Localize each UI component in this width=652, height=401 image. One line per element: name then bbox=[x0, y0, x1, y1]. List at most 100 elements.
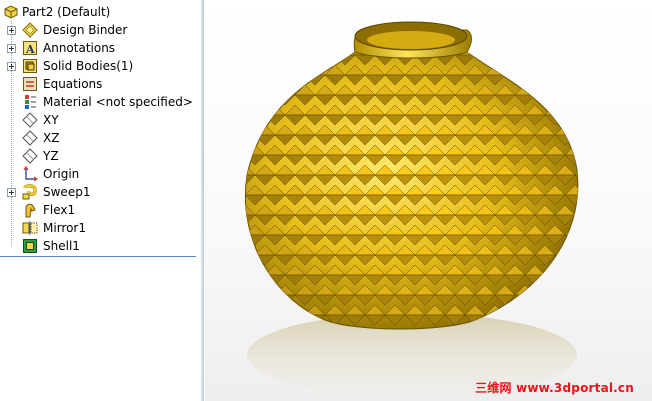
tree-item-label: Flex1 bbox=[43, 203, 76, 217]
facet bbox=[574, 52, 578, 56]
facet bbox=[504, 304, 526, 316]
facet bbox=[514, 52, 536, 56]
facet bbox=[574, 244, 578, 256]
tree-item-label: Equations bbox=[43, 77, 103, 91]
facet bbox=[254, 54, 276, 66]
vase-inner-wall bbox=[367, 31, 455, 49]
facet bbox=[574, 54, 578, 66]
facet bbox=[254, 284, 276, 296]
facet bbox=[544, 304, 566, 316]
facet bbox=[274, 84, 296, 96]
tree-root-part[interactable]: Part2 (Default) bbox=[0, 3, 200, 21]
facet bbox=[294, 54, 316, 66]
expand-icon[interactable] bbox=[7, 26, 16, 35]
tree-item-material[interactable]: Material <not specified> bbox=[0, 93, 200, 111]
facet bbox=[334, 52, 356, 56]
watermark-text: 三维网 www.3dportal.cn bbox=[475, 381, 634, 395]
tree-item-solid-bodies[interactable]: Solid Bodies(1) bbox=[0, 57, 200, 75]
facet bbox=[245, 294, 256, 306]
facet bbox=[494, 52, 516, 56]
facet bbox=[585, 275, 605, 285]
facet bbox=[574, 214, 578, 226]
facet bbox=[554, 54, 576, 66]
sweep-icon bbox=[22, 184, 38, 200]
facet bbox=[245, 314, 266, 326]
tree-item-design-binder[interactable]: Design Binder bbox=[0, 21, 200, 39]
facet bbox=[284, 64, 306, 76]
facet bbox=[254, 84, 276, 96]
facet bbox=[264, 64, 286, 76]
tree-item-origin[interactable]: Origin bbox=[0, 165, 200, 183]
facet bbox=[245, 274, 266, 286]
design-binder-icon bbox=[22, 22, 38, 38]
facet bbox=[245, 84, 256, 96]
rollback-bar[interactable] bbox=[0, 256, 196, 257]
graphics-viewport[interactable]: 三维网 www.3dportal.cn bbox=[205, 0, 652, 401]
facet bbox=[314, 52, 336, 56]
facet bbox=[514, 54, 536, 66]
facet bbox=[585, 225, 605, 235]
facet bbox=[245, 94, 256, 106]
panel-splitter[interactable] bbox=[201, 0, 204, 401]
facet bbox=[564, 264, 578, 276]
facet bbox=[544, 74, 566, 86]
tree-item-sweep1[interactable]: Sweep1 bbox=[0, 183, 200, 201]
tree-item-plane-xy[interactable]: XY bbox=[0, 111, 200, 129]
facet bbox=[585, 185, 605, 195]
tree-item-shell1[interactable]: Shell1 bbox=[0, 237, 200, 255]
facet bbox=[585, 145, 605, 155]
facet bbox=[534, 54, 556, 66]
facet bbox=[544, 274, 566, 286]
facet bbox=[254, 294, 276, 306]
facet bbox=[554, 52, 576, 56]
facet bbox=[585, 265, 605, 275]
part-icon bbox=[3, 4, 19, 20]
facet bbox=[245, 114, 266, 126]
facet bbox=[574, 204, 578, 216]
facet bbox=[585, 75, 605, 85]
facet bbox=[304, 64, 326, 76]
facet bbox=[554, 294, 576, 306]
facet bbox=[254, 52, 276, 56]
tree-item-label: Solid Bodies(1) bbox=[43, 59, 134, 73]
facet bbox=[524, 304, 546, 316]
shell-icon bbox=[22, 238, 38, 254]
faceted-vase-model[interactable] bbox=[205, 0, 652, 401]
facet bbox=[574, 94, 578, 106]
tree-item-mirror1[interactable]: Mirror1 bbox=[0, 219, 200, 237]
tree-item-label: Material <not specified> bbox=[43, 95, 193, 109]
facet bbox=[274, 54, 296, 66]
facet bbox=[585, 115, 605, 125]
facet bbox=[554, 254, 576, 266]
facet bbox=[544, 314, 566, 326]
facet bbox=[264, 74, 286, 86]
expand-icon[interactable] bbox=[7, 188, 16, 197]
tree-item-plane-yz[interactable]: YZ bbox=[0, 147, 200, 165]
facet bbox=[564, 304, 578, 316]
facet bbox=[585, 155, 605, 165]
facet bbox=[564, 314, 578, 326]
facet bbox=[574, 134, 578, 146]
facet bbox=[474, 52, 496, 56]
equations-icon bbox=[22, 76, 38, 92]
facet bbox=[534, 294, 556, 306]
tree-item-flex1[interactable]: Flex1 bbox=[0, 201, 200, 219]
tree-item-equations[interactable]: Equations bbox=[0, 75, 200, 93]
material-icon bbox=[22, 94, 38, 110]
facet bbox=[574, 124, 578, 136]
facet bbox=[554, 84, 576, 96]
tree-item-label: YZ bbox=[43, 149, 59, 163]
expand-icon[interactable] bbox=[7, 62, 16, 71]
tree-item-annotations[interactable]: A Annotations bbox=[0, 39, 200, 57]
facet bbox=[574, 164, 578, 176]
facet bbox=[524, 74, 546, 86]
plane-icon bbox=[22, 130, 38, 146]
tree-item-plane-xz[interactable]: XZ bbox=[0, 129, 200, 147]
facet bbox=[585, 105, 605, 115]
expand-icon[interactable] bbox=[7, 44, 16, 53]
facet bbox=[245, 284, 256, 296]
facet bbox=[564, 64, 578, 76]
facet bbox=[564, 114, 578, 126]
facet bbox=[254, 94, 276, 106]
facet bbox=[245, 244, 256, 256]
